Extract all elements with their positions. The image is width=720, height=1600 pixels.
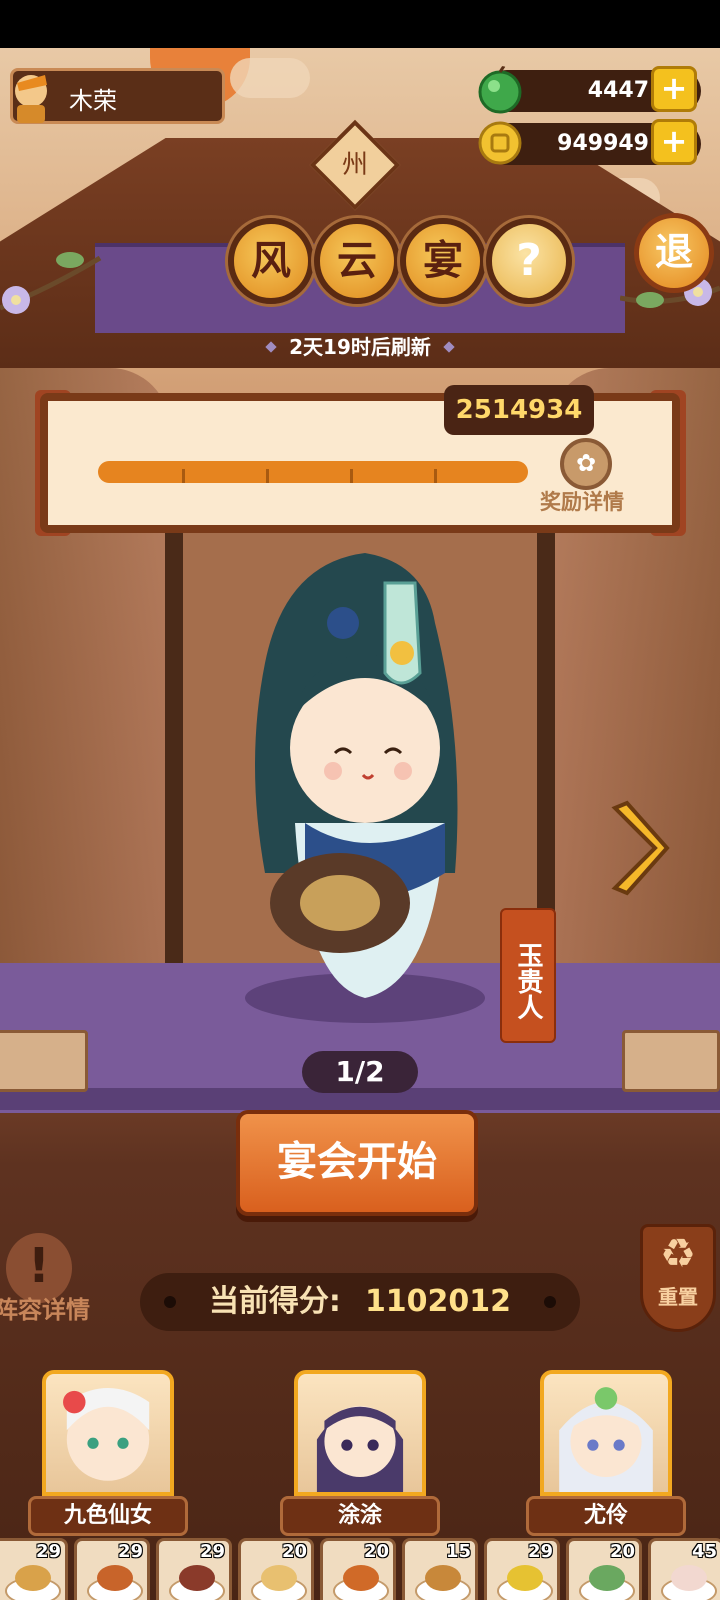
gem-counter: 4447 + bbox=[478, 66, 701, 114]
dish-item[interactable]: 45 bbox=[648, 1538, 720, 1600]
coin-counter: 949949 + bbox=[478, 119, 701, 165]
target-score-badge: 2514934 bbox=[444, 385, 594, 435]
exit-button[interactable]: 退 bbox=[634, 213, 714, 293]
reset-button[interactable]: ♻ 重置 bbox=[640, 1224, 716, 1332]
flower-branch-decoration bbox=[0, 252, 102, 314]
score-progress-bar bbox=[98, 461, 528, 483]
current-score-label: 当前得分: bbox=[208, 1284, 341, 1319]
dish-count: 45 bbox=[691, 1541, 717, 1562]
hero-avatar bbox=[559, 1387, 653, 1492]
refresh-timer: 2天19时后刷新 bbox=[0, 331, 720, 360]
next-character-arrow-icon[interactable] bbox=[605, 798, 675, 898]
dish-row: 29 29 29 20 20 15 29 20 45 bbox=[0, 1538, 720, 1600]
dish-item[interactable]: 29 bbox=[74, 1538, 150, 1600]
gem-value: 4447 bbox=[587, 78, 649, 103]
diamond-icon bbox=[265, 341, 277, 353]
start-banquet-button[interactable]: 宴会开始 bbox=[236, 1110, 478, 1216]
hero-name: 涂涂 bbox=[280, 1496, 440, 1536]
player-card[interactable]: 木荣 bbox=[10, 68, 225, 124]
character-nameplate: 玉贵人 bbox=[500, 908, 556, 1043]
food-icon bbox=[425, 1565, 461, 1591]
dish-count: 20 bbox=[281, 1541, 307, 1562]
hero-portrait bbox=[42, 1370, 174, 1496]
dish-item[interactable]: 15 bbox=[402, 1538, 478, 1600]
player-name: 木荣 bbox=[69, 87, 117, 115]
dish-count: 29 bbox=[199, 1541, 225, 1562]
hero-slot[interactable]: 九色仙女 bbox=[28, 1370, 188, 1536]
coin-icon bbox=[478, 121, 522, 165]
food-icon bbox=[589, 1565, 625, 1591]
character-portrait[interactable] bbox=[225, 543, 505, 1023]
dish-item[interactable]: 20 bbox=[566, 1538, 642, 1600]
hero-portrait bbox=[540, 1370, 672, 1496]
progress-tick bbox=[266, 469, 269, 483]
hero-avatar bbox=[316, 1405, 404, 1492]
title-char-2: 云 bbox=[314, 218, 400, 304]
dot-decoration bbox=[544, 1296, 556, 1308]
current-score-bar: 当前得分: 1102012 bbox=[140, 1273, 580, 1331]
help-button[interactable]: ? bbox=[486, 218, 572, 304]
hero-name: 九色仙女 bbox=[28, 1496, 188, 1536]
reward-detail-button[interactable]: 奖励详情 bbox=[540, 486, 624, 516]
team-detail-button[interactable]: 阵容详情 bbox=[0, 1290, 90, 1325]
food-icon bbox=[179, 1565, 215, 1591]
dish-count: 29 bbox=[117, 1541, 143, 1562]
stage-plinth bbox=[622, 1030, 720, 1092]
current-score-value: 1102012 bbox=[364, 1284, 512, 1319]
add-gems-button[interactable]: + bbox=[651, 66, 697, 112]
pillar bbox=[537, 528, 555, 968]
dish-count: 29 bbox=[35, 1541, 61, 1562]
dish-item[interactable]: 20 bbox=[320, 1538, 396, 1600]
hero-slot[interactable]: 尤伶 bbox=[526, 1370, 686, 1536]
hero-portrait bbox=[294, 1370, 426, 1496]
progress-tick bbox=[434, 469, 437, 483]
reset-label: 重置 bbox=[658, 1285, 698, 1309]
character-page-indicator: 1/2 bbox=[302, 1051, 418, 1093]
dish-item[interactable]: 29 bbox=[484, 1538, 560, 1600]
recycle-icon: ♻ bbox=[660, 1231, 696, 1277]
pillar bbox=[165, 528, 183, 968]
reward-gift-icon[interactable]: ✿ bbox=[560, 438, 612, 490]
dish-item[interactable]: 29 bbox=[0, 1538, 68, 1600]
food-icon bbox=[97, 1565, 133, 1591]
dish-count: 20 bbox=[609, 1541, 635, 1562]
dish-count: 20 bbox=[363, 1541, 389, 1562]
add-coins-button[interactable]: + bbox=[651, 119, 697, 165]
title-char-3: 宴 bbox=[400, 218, 486, 304]
cloud-decoration bbox=[230, 58, 310, 98]
food-icon bbox=[343, 1565, 379, 1591]
dish-count: 15 bbox=[445, 1541, 471, 1562]
region-badge-text: 州 bbox=[341, 150, 368, 180]
game-screen: 木荣 4447 + 949949 + 州 风 云 宴 ? 退 2天19时后刷新 bbox=[0, 48, 720, 1600]
hero-name: 尤伶 bbox=[526, 1496, 686, 1536]
hero-slot[interactable]: 涂涂 bbox=[280, 1370, 440, 1536]
dot-decoration bbox=[164, 1296, 176, 1308]
food-icon bbox=[507, 1565, 543, 1591]
food-icon bbox=[261, 1565, 297, 1591]
food-icon bbox=[671, 1565, 707, 1591]
progress-tick bbox=[350, 469, 353, 483]
hero-avatar bbox=[63, 1388, 150, 1481]
dish-item[interactable]: 29 bbox=[156, 1538, 232, 1600]
refresh-text: 2天19时后刷新 bbox=[289, 335, 431, 359]
player-avatar[interactable] bbox=[7, 67, 59, 127]
dish-item[interactable]: 20 bbox=[238, 1538, 314, 1600]
stage-plinth bbox=[0, 1030, 88, 1092]
coin-value: 949949 bbox=[557, 131, 649, 156]
diamond-icon bbox=[443, 341, 455, 353]
green-gem-icon bbox=[478, 66, 522, 114]
title-char-1: 风 bbox=[228, 218, 314, 304]
food-icon bbox=[15, 1565, 51, 1591]
progress-tick bbox=[182, 469, 185, 483]
dish-count: 29 bbox=[527, 1541, 553, 1562]
